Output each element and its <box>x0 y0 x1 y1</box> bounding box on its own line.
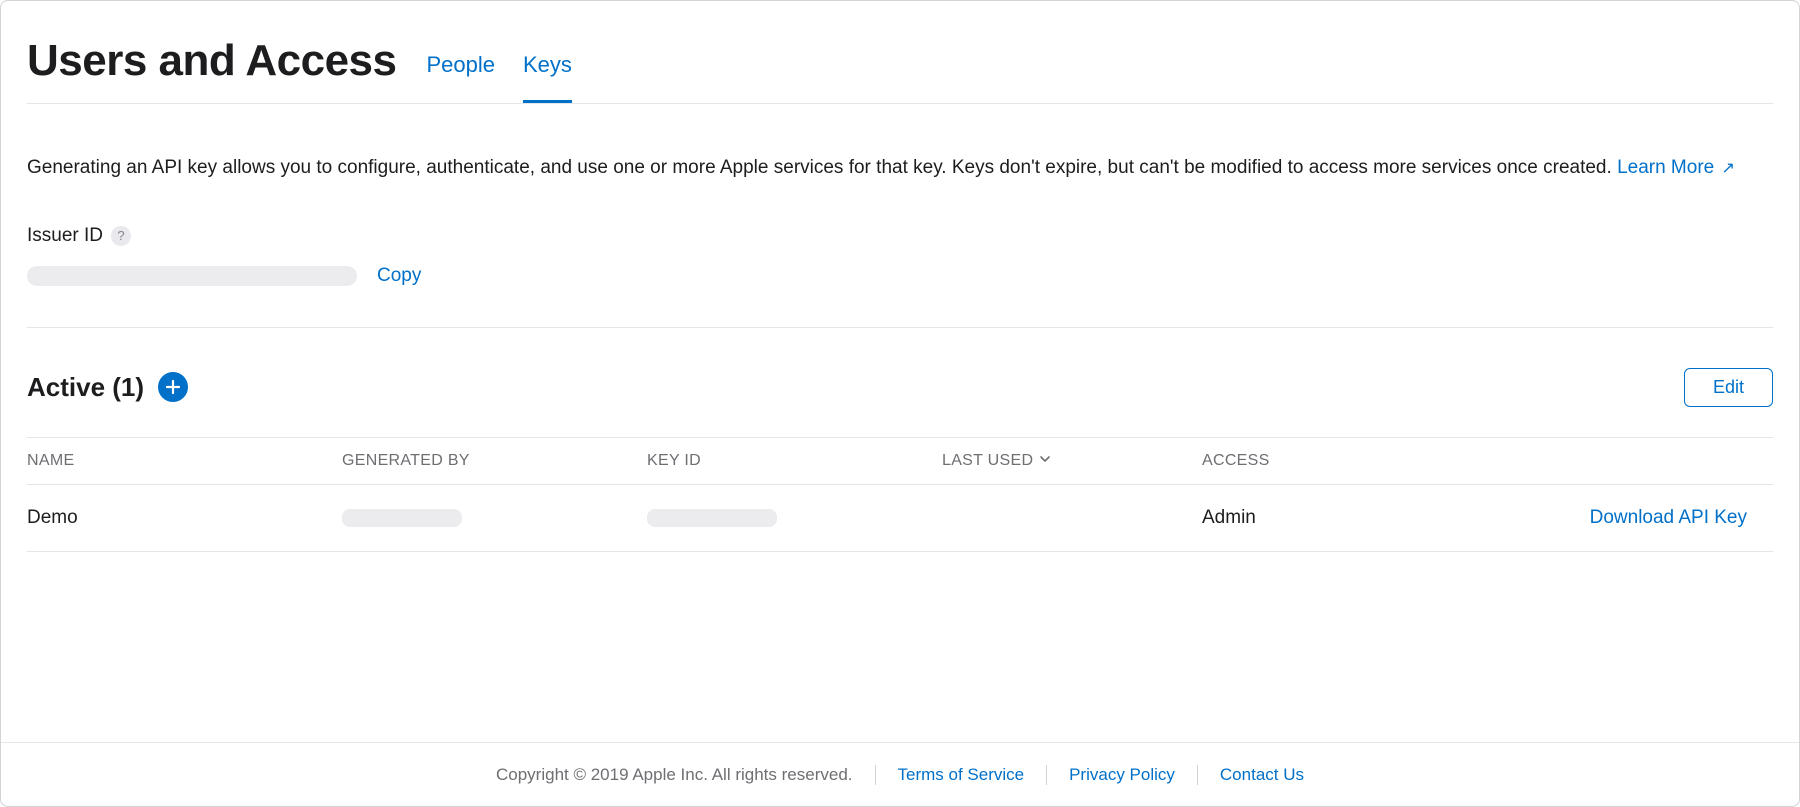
issuer-label-row: Issuer ID ? <box>27 225 1773 247</box>
plus-icon <box>165 379 181 395</box>
issuer-id-label: Issuer ID <box>27 225 103 247</box>
description-text: Generating an API key allows you to conf… <box>27 154 1773 183</box>
footer-contact-link[interactable]: Contact Us <box>1198 765 1326 785</box>
active-header-row: Active (1) Edit <box>27 368 1773 407</box>
tab-people[interactable]: People <box>426 50 495 104</box>
external-link-icon: ↗ <box>1722 157 1735 181</box>
description-body: Generating an API key allows you to conf… <box>27 157 1612 178</box>
cell-key-id <box>647 509 942 527</box>
th-name: NAME <box>27 452 342 470</box>
chevron-down-icon <box>1039 452 1051 470</box>
tabs: People Keys <box>426 37 571 103</box>
footer-copyright: Copyright © 2019 Apple Inc. All rights r… <box>474 765 875 785</box>
tab-keys[interactable]: Keys <box>523 50 572 104</box>
learn-more-link[interactable]: Learn More ↗ <box>1617 157 1735 178</box>
cell-name: Demo <box>27 507 342 529</box>
keys-table: NAME GENERATED BY KEY ID LAST USED ACCES… <box>27 437 1773 552</box>
learn-more-label: Learn More <box>1617 157 1714 178</box>
footer-privacy-link[interactable]: Privacy Policy <box>1047 765 1197 785</box>
cell-generated-by <box>342 509 647 527</box>
key-id-redacted <box>647 509 777 527</box>
copy-button[interactable]: Copy <box>377 265 421 287</box>
issuer-id-value-redacted <box>27 266 357 286</box>
help-icon[interactable]: ? <box>111 226 131 246</box>
add-key-button[interactable] <box>158 372 188 402</box>
table-header: NAME GENERATED BY KEY ID LAST USED ACCES… <box>27 437 1773 485</box>
page-title: Users and Access <box>27 37 396 103</box>
th-last-used-label: LAST USED <box>942 452 1033 470</box>
issuer-block: Issuer ID ? Copy <box>27 225 1773 328</box>
cell-access: Admin <box>1202 507 1402 529</box>
th-generated-by: GENERATED BY <box>342 452 647 470</box>
th-key-id: KEY ID <box>647 452 942 470</box>
generated-by-redacted <box>342 509 462 527</box>
issuer-value-row: Copy <box>27 265 1773 287</box>
footer-terms-link[interactable]: Terms of Service <box>876 765 1047 785</box>
edit-button[interactable]: Edit <box>1684 368 1773 407</box>
header-row: Users and Access People Keys <box>27 37 1773 104</box>
main-container: Users and Access People Keys Generating … <box>1 1 1799 552</box>
download-api-key-link[interactable]: Download API Key <box>1402 507 1773 529</box>
footer: Copyright © 2019 Apple Inc. All rights r… <box>1 742 1799 806</box>
active-header-left: Active (1) <box>27 372 188 403</box>
table-row: Demo Admin Download API Key <box>27 485 1773 552</box>
th-last-used[interactable]: LAST USED <box>942 452 1202 470</box>
active-title: Active (1) <box>27 372 144 403</box>
th-access: ACCESS <box>1202 452 1402 470</box>
active-section: Active (1) Edit NAME GENERATED BY KEY ID… <box>27 368 1773 552</box>
